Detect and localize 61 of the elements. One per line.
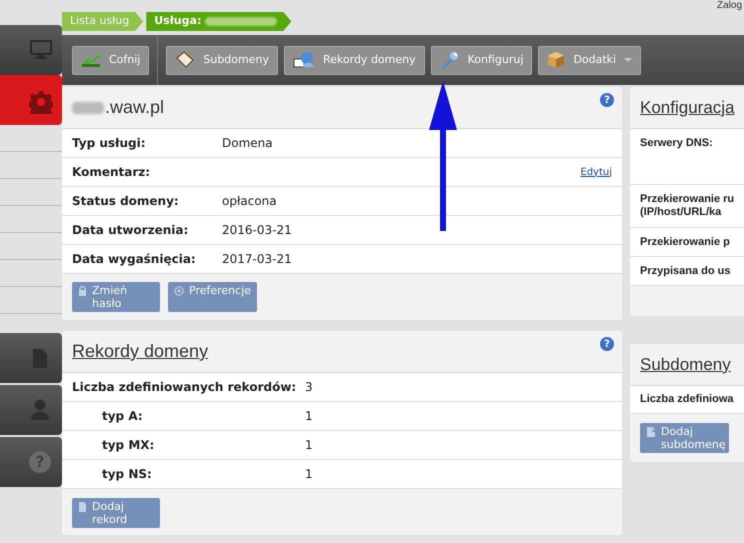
document-icon (32, 348, 48, 368)
field-label: Komentarz: (72, 164, 152, 181)
action-button[interactable]: Zmień hasło (72, 282, 160, 312)
field-label: Liczba zdefiniowanych rekordów: (72, 379, 298, 396)
help-icon[interactable]: ? (600, 337, 614, 351)
user-icon (30, 399, 50, 421)
field-value: opłacona (222, 193, 277, 210)
action-button[interactable]: Dodaj subdomenę (640, 423, 729, 453)
sidebar-tab[interactable] (0, 25, 62, 75)
sidebar-tab[interactable] (0, 385, 62, 435)
panel-title[interactable]: Rekordy domeny (72, 338, 208, 365)
gear-icon (174, 286, 184, 296)
toolbar-button[interactable]: Subdomeny (166, 46, 278, 74)
field-value: 2017-03-21 (222, 251, 292, 268)
sidebar-tab[interactable] (0, 333, 62, 383)
field-label: Data wygaśnięcia: (72, 251, 197, 268)
toolbar-button[interactable]: Dodatki (538, 46, 642, 74)
login-link[interactable]: Zalog (716, 0, 742, 11)
field-label: typ MX: (102, 437, 156, 454)
help-icon[interactable]: ? (600, 93, 614, 107)
box-icon (547, 51, 566, 69)
breadcrumb-item[interactable]: Usługa: (146, 12, 292, 31)
add-document-icon (646, 427, 656, 437)
arrow-icon (81, 52, 101, 68)
sidebar-tab[interactable]: ? (0, 437, 62, 487)
notepad-icon (175, 51, 196, 69)
sidebar-tab[interactable] (0, 75, 62, 125)
field-value: 1 (305, 437, 313, 454)
field-value: 3 (305, 379, 313, 396)
gear-icon (29, 90, 53, 114)
field-label: Status domeny: (72, 193, 180, 210)
document-icon (78, 502, 87, 512)
monitor-icon (30, 40, 52, 60)
field-label: Serwery DNS: (640, 137, 714, 150)
field-label: (IP/host/URL/ka (640, 206, 722, 219)
panel-title[interactable]: Konfiguracja (640, 94, 735, 120)
field-label: Data utworzenia: (72, 222, 190, 239)
field-value: 1 (305, 408, 313, 425)
field-label: Przekierowanie ru (640, 193, 736, 206)
toolbar-button[interactable]: Rekordy domeny (284, 46, 425, 74)
panel-title[interactable]: Subdomeny (640, 352, 731, 378)
field-label: Przypisana do us (640, 264, 732, 278)
breadcrumb-item[interactable]: Lista usług (62, 12, 144, 31)
field-label: Typ usługi: (72, 135, 147, 152)
network-icon (293, 51, 315, 69)
field-label: Przekierowanie p (640, 236, 731, 248)
edit-link[interactable]: Edytuj (580, 164, 612, 180)
help-icon: ? (29, 451, 51, 473)
field-label: typ NS: (102, 466, 153, 483)
lock-icon (78, 286, 87, 296)
toolbar-button[interactable]: Cofnij (72, 46, 150, 74)
field-label: Liczba zdefiniowa (640, 392, 734, 408)
action-button[interactable]: Dodaj rekord (72, 498, 160, 528)
field-value: 2016-03-21 (222, 222, 292, 239)
field-label: typ A: (102, 408, 144, 425)
action-button[interactable]: Preferencje (168, 282, 257, 312)
panel-title: .waw.pl (105, 96, 164, 119)
field-value: Domena (222, 135, 273, 152)
toolbar-button[interactable]: Konfiguruj (430, 46, 532, 74)
field-value: 1 (305, 466, 313, 483)
wrench-icon (440, 51, 460, 69)
